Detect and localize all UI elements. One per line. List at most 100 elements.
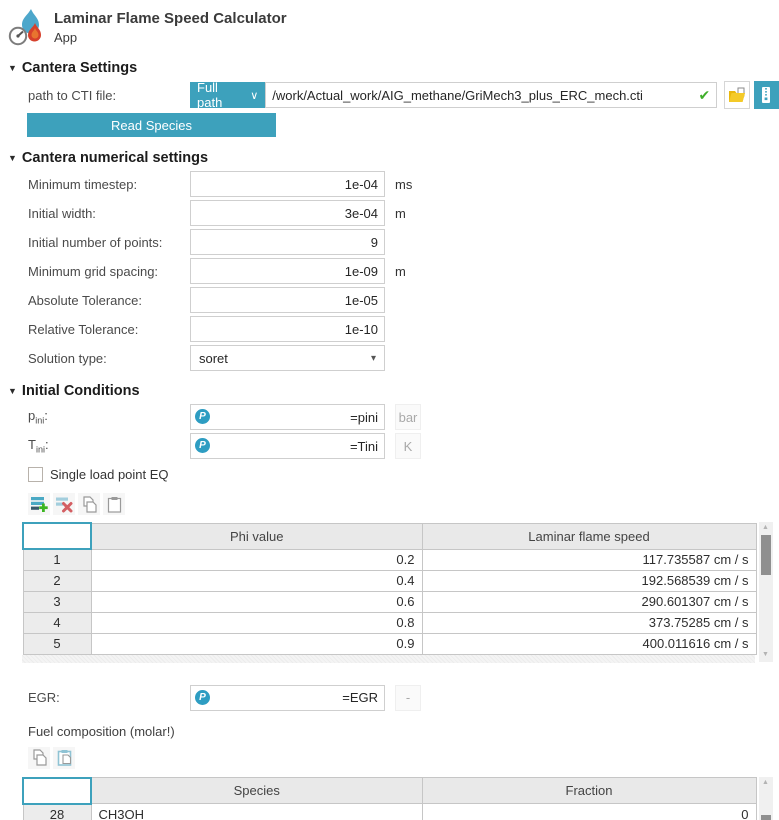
path-mode-dropdown[interactable]: Full path ∨ xyxy=(190,80,266,110)
phi-table-row: 2 0.4 192.568539 cm / s xyxy=(22,569,757,592)
pini-row: pini: P bar xyxy=(0,404,779,430)
horizontal-scrollbar[interactable] xyxy=(22,654,755,663)
tini-row: Tini: P K xyxy=(0,433,779,459)
numeric-field-input[interactable] xyxy=(190,229,385,255)
numeric-field-row: Minimum grid spacing: m xyxy=(0,258,779,284)
fuel-table-toolbar xyxy=(0,746,779,769)
numeric-field-row: Initial width: m xyxy=(0,200,779,226)
single-load-point-eq-checkbox[interactable] xyxy=(28,466,43,482)
zip-mech-button[interactable] xyxy=(753,81,779,109)
fuel-table-clip: Species Fraction 28 CH3OH 0 ▲ xyxy=(0,776,779,820)
speed-column-header[interactable]: Laminar flame speed xyxy=(421,522,757,550)
section-cantera-settings[interactable]: ▼ Cantera Settings xyxy=(0,60,779,76)
copy-icon xyxy=(33,749,47,766)
chevron-down-icon: ▾ xyxy=(370,352,376,364)
pini-unit: bar xyxy=(395,404,421,430)
flame-speed-cell[interactable]: 192.568539 cm / s xyxy=(421,569,757,592)
field-unit: m xyxy=(395,205,406,221)
phi-value-cell[interactable]: 0.9 xyxy=(90,632,423,655)
single-eq-row: Single load point EQ xyxy=(0,465,779,483)
scrollbar-thumb[interactable] xyxy=(760,814,771,820)
add-row-button[interactable] xyxy=(28,493,50,515)
scroll-up-icon[interactable]: ▲ xyxy=(759,777,773,789)
numeric-field-row: Relative Tolerance: xyxy=(0,316,779,342)
parameter-link-icon: P xyxy=(195,438,210,453)
collapse-triangle-icon[interactable]: ▼ xyxy=(8,63,17,73)
laminar-flame-speed-app: Laminar Flame Speed Calculator App ▼ Can… xyxy=(0,0,779,820)
species-column-header[interactable]: Species xyxy=(90,777,423,804)
pini-label: pini: xyxy=(28,408,48,426)
vertical-scrollbar[interactable]: ▲ xyxy=(758,776,773,820)
fraction-column-header[interactable]: Fraction xyxy=(421,777,757,804)
section-numerical-settings[interactable]: ▼ Cantera numerical settings xyxy=(0,150,779,166)
paste-table-button[interactable] xyxy=(53,746,75,769)
phi-table-row: 5 0.9 400.011616 cm / s xyxy=(22,632,757,655)
pini-input[interactable] xyxy=(190,404,385,430)
copy-table-button[interactable] xyxy=(28,746,50,769)
flame-speed-cell[interactable]: 117.735587 cm / s xyxy=(421,548,757,571)
scroll-up-icon[interactable]: ▲ xyxy=(759,522,773,534)
scrollbar-thumb[interactable] xyxy=(760,535,771,575)
tini-input[interactable] xyxy=(190,433,385,459)
chevron-down-icon: ∨ xyxy=(250,89,259,102)
species-cell[interactable]: CH3OH xyxy=(90,803,423,820)
table-corner-cell[interactable] xyxy=(22,776,92,805)
egr-input[interactable] xyxy=(190,684,385,711)
vertical-scrollbar[interactable]: ▲ ▼ xyxy=(758,522,773,662)
table-corner-cell[interactable] xyxy=(22,522,92,550)
flame-speed-cell[interactable]: 400.011616 cm / s xyxy=(421,632,757,655)
row-number[interactable]: 5 xyxy=(22,632,92,655)
field-unit: m xyxy=(395,263,406,279)
phi-table-wrap: Phi value Laminar flame speed 1 0.2 117.… xyxy=(22,522,779,663)
paste-icon xyxy=(57,750,71,766)
field-label: Solution type: xyxy=(28,350,107,366)
numerical-fields: Minimum timestep: ms Initial width: m In… xyxy=(0,171,779,342)
section-title: Initial Conditions xyxy=(21,383,140,399)
numeric-field-input[interactable] xyxy=(190,258,385,284)
phi-value-cell[interactable]: 0.2 xyxy=(90,548,423,571)
collapse-triangle-icon[interactable]: ▼ xyxy=(8,153,17,163)
egr-row: EGR: P - xyxy=(0,684,779,711)
numeric-field-input[interactable] xyxy=(190,316,385,342)
read-species-button[interactable]: Read Species xyxy=(27,113,276,137)
fraction-cell[interactable]: 0 xyxy=(421,803,757,820)
solution-type-select[interactable]: soret ▾ xyxy=(190,345,385,371)
row-number[interactable]: 4 xyxy=(22,611,92,634)
tini-label: Tini: xyxy=(28,437,49,455)
field-label: Initial number of points: xyxy=(28,234,163,250)
phi-value-cell[interactable]: 0.8 xyxy=(90,611,423,634)
solution-type-row: Solution type: soret ▾ xyxy=(0,345,779,371)
flame-speed-cell[interactable]: 373.75285 cm / s xyxy=(421,611,757,634)
numeric-field-input[interactable] xyxy=(190,171,385,197)
paste-table-button[interactable] xyxy=(103,493,125,515)
paste-icon xyxy=(107,496,121,513)
row-number[interactable]: 28 xyxy=(22,803,92,820)
cti-path-input[interactable] xyxy=(265,82,718,108)
field-label: Absolute Tolerance: xyxy=(28,292,142,308)
phi-value-cell[interactable]: 0.6 xyxy=(90,590,423,613)
collapse-triangle-icon[interactable]: ▼ xyxy=(8,386,17,396)
open-file-button[interactable] xyxy=(724,81,750,109)
phi-column-header[interactable]: Phi value xyxy=(90,522,423,550)
cti-path-row: path to CTI file: Full path ∨ ✔ xyxy=(0,80,779,110)
fuel-table: Species Fraction 28 CH3OH 0 xyxy=(22,776,757,820)
row-number[interactable]: 3 xyxy=(22,590,92,613)
section-initial-conditions[interactable]: ▼ Initial Conditions xyxy=(0,383,779,399)
numeric-field-input[interactable] xyxy=(190,287,385,313)
copy-table-button[interactable] xyxy=(78,493,100,515)
phi-value-cell[interactable]: 0.4 xyxy=(90,569,423,592)
phi-table-row: 4 0.8 373.75285 cm / s xyxy=(22,611,757,634)
delete-row-button[interactable] xyxy=(53,493,75,515)
egr-unit: - xyxy=(395,684,421,711)
field-label: Minimum timestep: xyxy=(28,176,138,192)
row-number[interactable]: 2 xyxy=(22,569,92,592)
path-mode-value: Full path xyxy=(197,80,223,110)
fuel-table-wrap: Species Fraction 28 CH3OH 0 ▲ xyxy=(22,776,779,820)
scroll-down-icon[interactable]: ▼ xyxy=(759,649,773,661)
page-title: Laminar Flame Speed Calculator xyxy=(54,10,287,27)
folder-icon xyxy=(728,87,745,102)
checkbox-label: Single load point EQ xyxy=(50,466,169,482)
numeric-field-input[interactable] xyxy=(190,200,385,226)
flame-speed-cell[interactable]: 290.601307 cm / s xyxy=(421,590,757,613)
row-number[interactable]: 1 xyxy=(22,548,92,571)
